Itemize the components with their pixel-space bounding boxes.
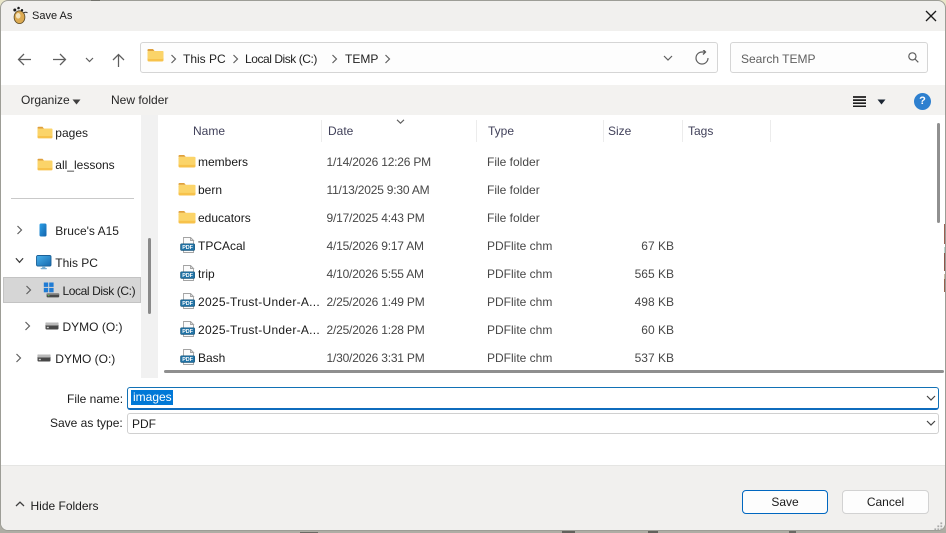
svg-text:PDF: PDF [182, 301, 193, 307]
svg-text:PDF: PDF [182, 245, 193, 251]
svg-text:PDF: PDF [182, 273, 193, 279]
svg-text:PDF: PDF [182, 357, 193, 363]
svg-text:PDF: PDF [182, 329, 193, 335]
